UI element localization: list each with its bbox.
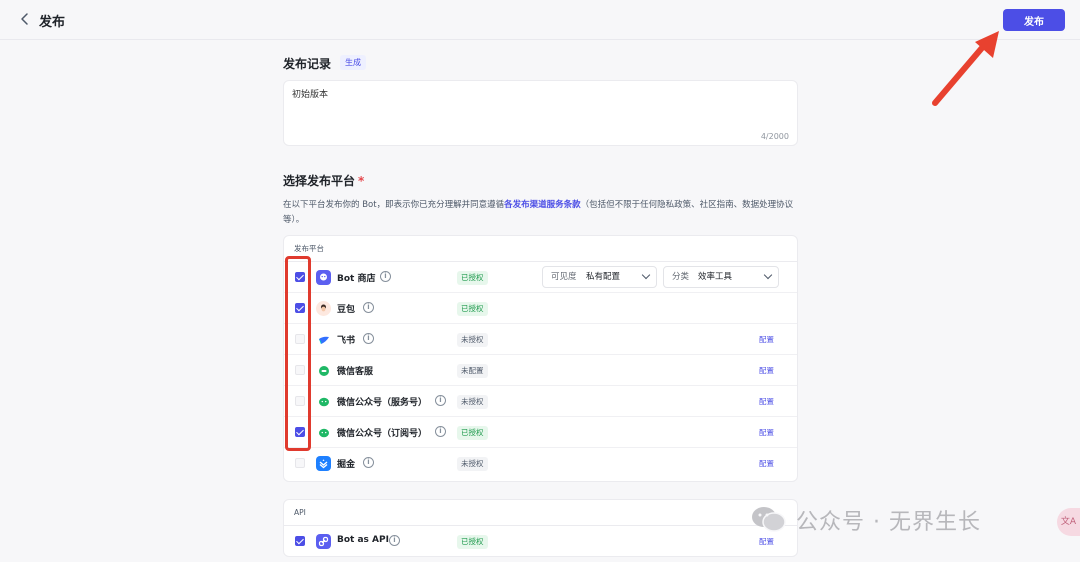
chevron-down-icon [641, 270, 651, 280]
status-badge: 未配置 [457, 364, 488, 378]
publish-button[interactable]: 发布 [1003, 9, 1065, 31]
checkbox-bot-store[interactable] [295, 272, 305, 282]
platform-description: 在以下平台发布你的 Bot，即表示你已充分理解并同意遵循各发布渠道服务条款（包括… [283, 198, 798, 228]
platform-row-doubao: 豆包 i 已授权 [284, 293, 797, 324]
doubao-avatar-icon [316, 301, 331, 316]
platform-name: 豆包 [337, 305, 356, 315]
info-icon[interactable]: i [435, 426, 446, 437]
platform-row-bot-store: Bot 商店 i 已授权 可见度 私有配置 分类 效率工具 [284, 262, 797, 293]
checkbox-bot-as-api[interactable] [295, 536, 305, 546]
platform-name: Bot as API [337, 535, 389, 545]
record-textarea[interactable]: 初始版本 4/2000 [283, 80, 798, 146]
desc-prefix: 在以下平台发布你的 Bot，即表示你已充分理解并同意遵循 [283, 200, 505, 210]
wechat-service-icon [316, 363, 331, 378]
checkbox-wechat-official-subscription[interactable] [295, 427, 305, 437]
annotation-arrow-icon [932, 31, 999, 106]
config-link[interactable]: 配置 [759, 334, 774, 345]
platform-card-header: 发布平台 [284, 236, 797, 262]
terms-link[interactable]: 各发布渠道服务条款 [504, 200, 581, 210]
api-card: API Bot as API i 已授权 配置 [283, 499, 798, 557]
info-icon[interactable]: i [389, 535, 400, 546]
category-label: 分类 [672, 272, 690, 282]
visibility-value: 私有配置 [586, 272, 621, 282]
wechat-icon [316, 425, 331, 440]
back-chevron-icon[interactable] [16, 10, 34, 28]
category-value: 效率工具 [698, 272, 733, 282]
checkbox-feishu[interactable] [295, 334, 305, 344]
chevron-down-icon [763, 270, 773, 280]
top-bar: 发布 发布 [0, 0, 1080, 40]
config-link[interactable]: 配置 [759, 458, 774, 469]
platform-name: 微信公众号（订阅号） [337, 429, 428, 439]
platform-name: Bot 商店 [337, 274, 376, 284]
config-link[interactable]: 配置 [759, 427, 774, 438]
checkbox-juejin[interactable] [295, 458, 305, 468]
category-select[interactable]: 分类 效率工具 [663, 266, 779, 288]
info-icon[interactable]: i [363, 457, 374, 468]
platform-name: 微信客服 [337, 367, 374, 377]
status-badge: 已授权 [457, 302, 488, 316]
api-link-icon [316, 534, 331, 549]
checkbox-wechat-official-service[interactable] [295, 396, 305, 406]
record-section-title: 发布记录 [283, 57, 332, 71]
visibility-label: 可见度 [551, 272, 577, 282]
wechat-icon [316, 394, 331, 409]
info-icon[interactable]: i [363, 302, 374, 313]
status-badge: 已授权 [457, 426, 488, 440]
info-icon[interactable]: i [363, 333, 374, 344]
config-link[interactable]: 配置 [759, 365, 774, 376]
api-card-header: API [284, 500, 797, 526]
status-badge: 未授权 [457, 395, 488, 409]
translate-icon[interactable]: 文A [1057, 508, 1080, 536]
config-link[interactable]: 配置 [759, 536, 774, 547]
platform-row-feishu: 飞书 i 未授权 配置 [284, 324, 797, 355]
checkbox-wechat-service[interactable] [295, 365, 305, 375]
status-badge: 未授权 [457, 333, 488, 347]
platform-section-title-text: 选择发布平台 [283, 174, 356, 188]
bot-store-icon [316, 270, 331, 285]
platform-name: 掘金 [337, 460, 356, 470]
info-icon[interactable]: i [435, 395, 446, 406]
platform-row-wechat-official-service: 微信公众号（服务号） i 未授权 配置 [284, 386, 797, 417]
platform-section-title: 选择发布平台 * [283, 172, 364, 189]
platform-name: 微信公众号（服务号） [337, 398, 428, 408]
platform-row-bot-as-api: Bot as API i 已授权 配置 [284, 526, 797, 557]
required-mark: * [358, 174, 365, 188]
feishu-icon [316, 332, 331, 347]
platform-name: 飞书 [337, 336, 356, 346]
page-title: 发布 [39, 15, 66, 30]
config-link[interactable]: 配置 [759, 396, 774, 407]
watermark-text: 公众号 · 无界生长 [796, 510, 981, 535]
wechat-watermark-icon [752, 507, 786, 532]
status-badge: 已授权 [457, 535, 488, 549]
status-badge: 未授权 [457, 457, 488, 471]
generate-button[interactable]: 生成 [340, 55, 366, 70]
status-badge: 已授权 [457, 271, 488, 285]
platform-row-wechat-official-subscription: 微信公众号（订阅号） i 已授权 配置 [284, 417, 797, 448]
platform-row-juejin: 掘金 i 未授权 配置 [284, 448, 797, 479]
juejin-icon [316, 456, 331, 471]
record-text: 初始版本 [292, 90, 329, 100]
checkbox-doubao[interactable] [295, 303, 305, 313]
platform-card: 发布平台 Bot 商店 i 已授权 可见度 私有配置 分类 效率工具 豆包 i … [283, 235, 798, 482]
platform-row-wechat-service: 微信客服 未配置 配置 [284, 355, 797, 386]
info-icon[interactable]: i [380, 271, 391, 282]
record-char-count: 4/2000 [760, 132, 789, 141]
visibility-select[interactable]: 可见度 私有配置 [542, 266, 657, 288]
